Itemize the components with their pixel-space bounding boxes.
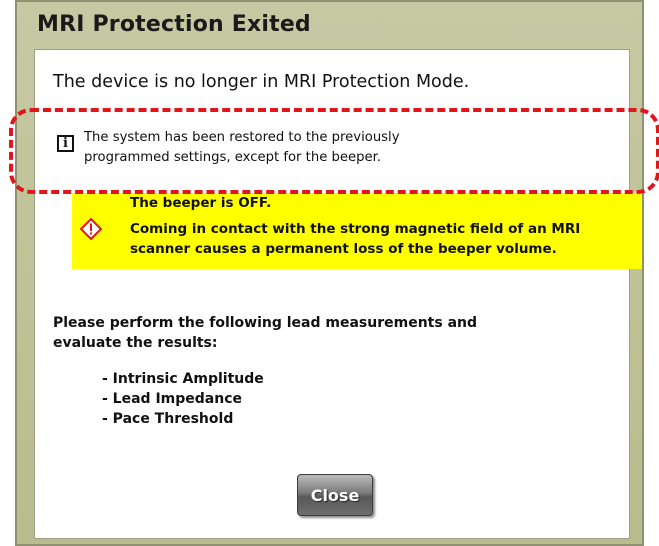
close-button[interactable]: Close xyxy=(297,474,373,516)
list-item: - Lead Impedance xyxy=(102,391,242,407)
lead-measurement-instructions: Please perform the following lead measur… xyxy=(53,315,477,351)
info-text: The system has been restored to the prev… xyxy=(84,130,400,165)
mri-protection-dialog: MRI Protection Exited The device is no l… xyxy=(15,0,644,546)
measurement-list: - Intrinsic Amplitude - Lead Impedance -… xyxy=(102,369,264,429)
dialog-content: The device is no longer in MRI Protectio… xyxy=(34,49,642,539)
dialog-title: MRI Protection Exited xyxy=(37,11,311,37)
beeper-warning: The beeper is OFF. Coming in contact wit… xyxy=(72,193,642,269)
warning-diamond-icon xyxy=(80,218,102,240)
list-item: - Intrinsic Amplitude xyxy=(102,371,264,387)
warning-text: Coming in contact with the strong magnet… xyxy=(130,221,581,257)
list-item: - Pace Threshold xyxy=(102,411,234,427)
info-message: i The system has been restored to the pr… xyxy=(57,128,400,168)
warning-title: The beeper is OFF. xyxy=(130,195,272,211)
info-icon: i xyxy=(57,135,74,152)
status-headline: The device is no longer in MRI Protectio… xyxy=(53,72,470,92)
